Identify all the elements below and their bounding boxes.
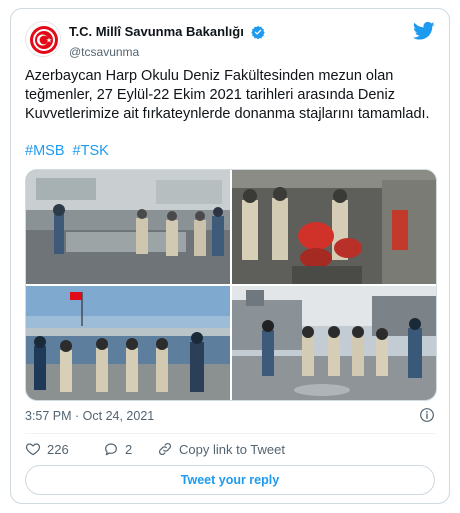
reply-action[interactable]: 2 (103, 441, 132, 457)
reply-bubble-icon (105, 443, 117, 456)
like-button[interactable]: 226 (25, 441, 69, 457)
engine-room-photo[interactable] (232, 170, 436, 284)
heart-icon (25, 443, 41, 456)
link-icon (158, 442, 172, 456)
tweet-text: Azerbaycan Harp Okulu Deniz Fakültesinde… (25, 68, 430, 122)
like-count: 226 (47, 441, 69, 457)
media-grid (25, 169, 437, 401)
ship-bridge-photo[interactable] (26, 170, 230, 284)
author-display-name[interactable]: T.C. Millî Savunma Bakanlığı (69, 24, 244, 39)
tweet-card: T.C. Millî Savunma Bakanlığı @tcsavunma … (10, 8, 450, 504)
twitter-bird-icon[interactable] (413, 21, 435, 41)
tweet-header: T.C. Millî Savunma Bakanlığı @tcsavunma (25, 21, 435, 65)
author-block[interactable]: T.C. Millî Savunma Bakanlığı @tcsavunma (69, 23, 265, 59)
ministry-emblem-icon (27, 23, 60, 56)
harbor-deck-photo[interactable] (26, 286, 230, 400)
tweet-your-reply-button[interactable]: Tweet your reply (25, 465, 435, 495)
divider (25, 433, 435, 434)
verified-badge-icon (251, 25, 265, 39)
timestamp-row: 3:57 PM · Oct 24, 2021 (25, 407, 435, 425)
hashtag-link[interactable]: #TSK (73, 143, 109, 159)
info-icon[interactable] (419, 407, 435, 423)
hashtags: #MSB #TSK (25, 143, 113, 159)
tweet-timestamp[interactable]: 3:57 PM · Oct 24, 2021 (25, 409, 154, 423)
hashtag-link[interactable]: #MSB (25, 143, 65, 159)
copy-link-label: Copy link to Tweet (179, 441, 285, 457)
copy-link-action[interactable]: Copy link to Tweet (157, 441, 285, 457)
tweet-actions: 226 2 Copy link to Tweet (25, 441, 435, 461)
author-handle[interactable]: @tcsavunma (69, 45, 265, 59)
avatar[interactable] (25, 21, 61, 57)
reply-count: 2 (125, 441, 133, 457)
frigate-deck-photo[interactable] (232, 286, 436, 400)
